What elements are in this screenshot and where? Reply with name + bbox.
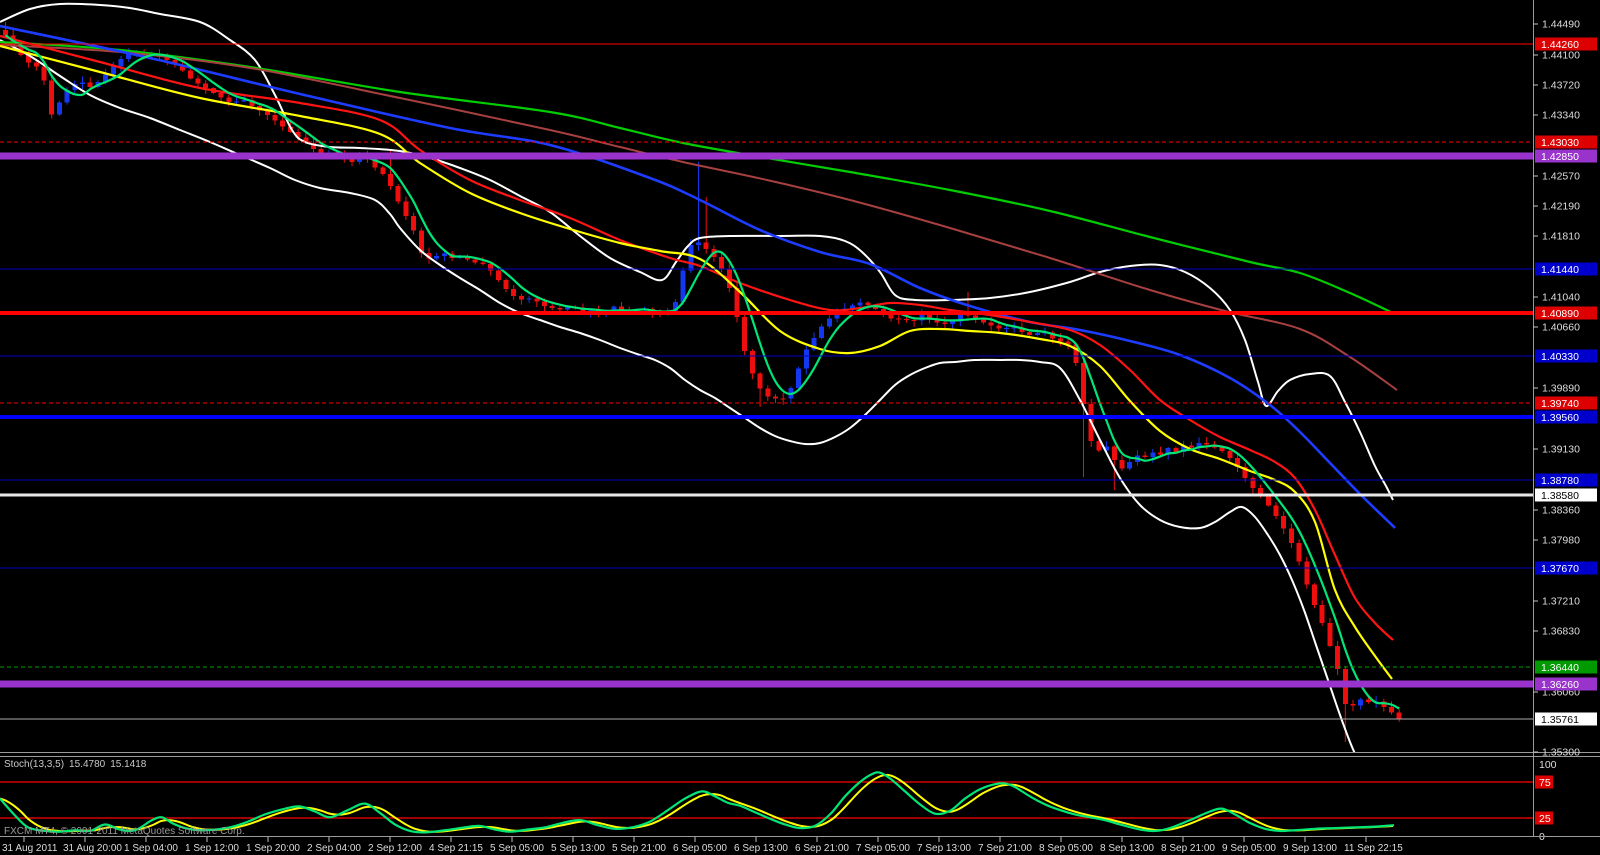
price-tick-label: 1.42570 bbox=[1542, 171, 1580, 183]
time-tick-label: 8 Sep 05:00 bbox=[1039, 843, 1093, 854]
price-badge-1.37670: 1.37670 bbox=[1535, 562, 1597, 576]
price-badge-1.41440: 1.41440 bbox=[1535, 263, 1597, 277]
time-tick-label: 1 Sep 12:00 bbox=[185, 843, 239, 854]
price-badge-1.35761: 1.35761 bbox=[1535, 713, 1597, 727]
copyright-label: FXCM MT4, © 2001-2011 MetaQuotes Softwar… bbox=[4, 826, 245, 837]
price-badge-label: 1.35761 bbox=[1541, 714, 1579, 726]
price-tick-label: 1.41040 bbox=[1542, 292, 1580, 304]
time-tick-label: 1 Sep 20:00 bbox=[246, 843, 300, 854]
price-tick-label: 1.35300 bbox=[1542, 747, 1580, 759]
price-badge-label: 1.42850 bbox=[1541, 151, 1579, 163]
price-badge-label: 1.39560 bbox=[1541, 412, 1579, 424]
stoch-scale-label: 100 bbox=[1539, 759, 1557, 771]
time-tick-label: 8 Sep 21:00 bbox=[1161, 843, 1215, 854]
stochastic-label: Stoch(13,3,5) 15.4780 15.1418 bbox=[4, 759, 151, 770]
time-tick-label: 6 Sep 05:00 bbox=[673, 843, 727, 854]
price-badge-label: 1.40890 bbox=[1541, 308, 1579, 320]
time-tick-label: 4 Sep 21:15 bbox=[429, 843, 483, 854]
mt4-chart-window: 1.44490 1.44100 1.43720 1.43340 1.42570 1.421… bbox=[0, 0, 1600, 855]
time-tick-label: 2 Sep 04:00 bbox=[307, 843, 361, 854]
price-tick-label: 1.43720 bbox=[1542, 80, 1580, 92]
time-tick-label: 5 Sep 05:00 bbox=[490, 843, 544, 854]
price-tick-label: 1.41810 bbox=[1542, 231, 1580, 243]
price-tick-label: 1.43340 bbox=[1542, 110, 1580, 122]
price-tick-label: 1.37980 bbox=[1542, 535, 1580, 547]
price-badge-1.38780: 1.38780 bbox=[1535, 474, 1597, 488]
time-tick-label: 5 Sep 13:00 bbox=[551, 843, 605, 854]
price-badge-1.39740: 1.39740 bbox=[1535, 397, 1597, 411]
time-tick-label: 9 Sep 13:00 bbox=[1283, 843, 1337, 854]
price-tick-label: 1.42190 bbox=[1542, 201, 1580, 213]
time-tick-label: 8 Sep 13:00 bbox=[1100, 843, 1154, 854]
price-badge-1.36440: 1.36440 bbox=[1535, 661, 1597, 675]
time-tick-label: 6 Sep 13:00 bbox=[734, 843, 788, 854]
time-tick-label: 7 Sep 21:00 bbox=[978, 843, 1032, 854]
price-badge-label: 1.38780 bbox=[1541, 475, 1579, 487]
price-badge-label: 1.44260 bbox=[1541, 39, 1579, 51]
price-badge-1.39560: 1.39560 bbox=[1535, 411, 1597, 425]
time-tick-label: 7 Sep 13:00 bbox=[917, 843, 971, 854]
price-badge-1.40890: 1.40890 bbox=[1535, 307, 1597, 321]
price-tick-label: 1.44490 bbox=[1542, 19, 1580, 31]
time-tick-label: 2 Sep 12:00 bbox=[368, 843, 422, 854]
price-badge-label: 1.38580 bbox=[1541, 490, 1579, 502]
stoch-scale-label: 25 bbox=[1539, 813, 1551, 825]
stochastic-d-value: 15.1418 bbox=[110, 759, 146, 770]
price-badge-1.44260: 1.44260 bbox=[1535, 38, 1597, 52]
stoch-scale-label: 75 bbox=[1539, 777, 1551, 789]
price-tick-label: 1.40660 bbox=[1542, 322, 1580, 334]
price-badge-label: 1.40330 bbox=[1541, 351, 1579, 363]
price-tick-label: 1.39890 bbox=[1542, 383, 1580, 395]
time-tick-label: 7 Sep 05:00 bbox=[856, 843, 910, 854]
price-badge-label: 1.37670 bbox=[1541, 563, 1579, 575]
price-badge-1.40330: 1.40330 bbox=[1535, 350, 1597, 364]
time-tick-label: 5 Sep 21:00 bbox=[612, 843, 666, 854]
price-tick-label: 1.38360 bbox=[1542, 505, 1580, 517]
time-tick-label: 6 Sep 21:00 bbox=[795, 843, 849, 854]
price-tick-label: 1.39130 bbox=[1542, 444, 1580, 456]
price-tick-label: 1.44100 bbox=[1542, 50, 1580, 62]
time-tick-label: 1 Sep 04:00 bbox=[124, 843, 178, 854]
price-badge-1.42850: 1.42850 bbox=[1535, 150, 1597, 164]
price-badge-1.43030: 1.43030 bbox=[1535, 136, 1597, 150]
price-tick-label: 1.37210 bbox=[1542, 596, 1580, 608]
time-tick-label: 31 Aug 2011 bbox=[2, 843, 58, 854]
price-badge-label: 1.36260 bbox=[1541, 679, 1579, 691]
time-tick-label: 31 Aug 20:00 bbox=[63, 843, 122, 854]
price-badge-label: 1.39740 bbox=[1541, 398, 1579, 410]
time-tick-label: 9 Sep 05:00 bbox=[1222, 843, 1276, 854]
price-badge-1.38580: 1.38580 bbox=[1535, 489, 1597, 503]
price-tick-label: 1.36830 bbox=[1542, 626, 1580, 638]
stochastic-indicator-name: Stoch(13,3,5) bbox=[4, 759, 64, 770]
stochastic-k-value: 15.4780 bbox=[69, 759, 105, 770]
price-badge-label: 1.36440 bbox=[1541, 662, 1579, 674]
price-badge-label: 1.41440 bbox=[1541, 264, 1579, 276]
price-badge-1.36260: 1.36260 bbox=[1535, 678, 1597, 692]
time-tick-label: 11 Sep 22:15 bbox=[1344, 843, 1403, 854]
chart-canvas[interactable]: 1.44490 1.44100 1.43720 1.43340 1.42570 1.421… bbox=[0, 0, 1600, 855]
price-badge-label: 1.43030 bbox=[1541, 137, 1579, 149]
